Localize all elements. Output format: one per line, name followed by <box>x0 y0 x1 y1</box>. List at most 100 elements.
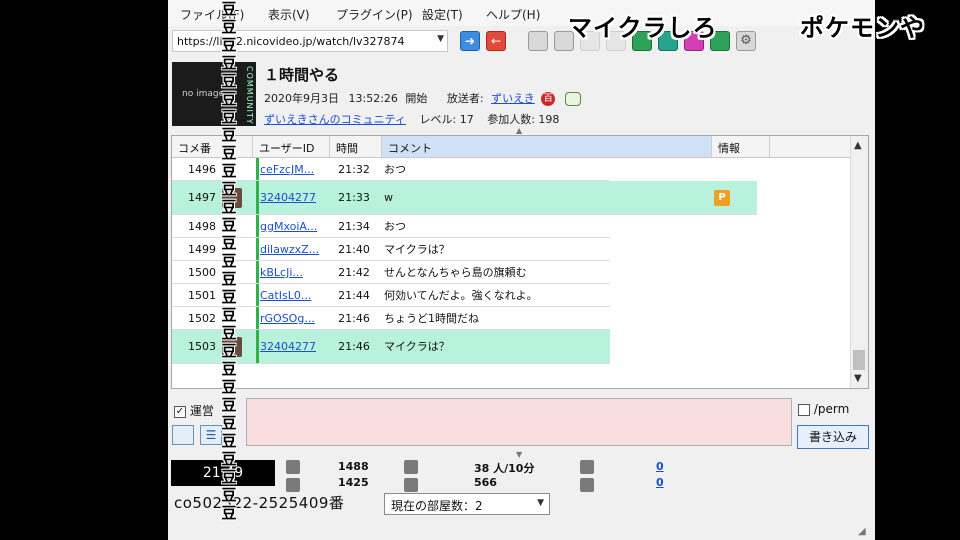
col-header-info[interactable]: 情報 <box>712 136 770 158</box>
comment-time: 21:46 <box>338 312 370 325</box>
user-id-link[interactable]: 32404277 <box>260 330 324 363</box>
table-row[interactable]: 1497 32404277 21:33 w P <box>172 181 757 215</box>
active-icon <box>404 478 418 492</box>
user-id-link[interactable]: dilawzxZ... <box>260 238 324 260</box>
broadcast-start-time: 13:52:26 <box>348 92 398 105</box>
community-thumbnail: no image COMMUNITY <box>172 62 256 126</box>
room-count-select[interactable]: 現在の部屋数：2 ▼ <box>384 493 550 515</box>
viewers-per-10min: 38 人/10分 <box>474 462 535 475</box>
user-color-bar <box>256 215 259 237</box>
comment-text: マイクラは？ <box>384 243 450 256</box>
user-color-bar <box>256 181 259 214</box>
disconnect-button[interactable]: ← <box>486 31 506 51</box>
broadcast-meta: 2020年9月3日 13:52:26 開始 放送者: ずいえき 百 <box>264 90 581 106</box>
broadcast-icon <box>580 460 594 474</box>
overlay-char: 豆 <box>221 504 237 522</box>
user-color-bar <box>256 307 259 329</box>
premium-badge-icon: P <box>714 190 730 206</box>
overlay-char: 豆 <box>221 342 237 360</box>
community-id: co502322-2525409番 <box>174 494 345 512</box>
user-id-link[interactable]: ceFzcJM... <box>260 158 324 180</box>
room-count-value: 現在の部屋数：2 <box>391 499 483 513</box>
comment-time: 21:32 <box>338 163 370 176</box>
user-id-link[interactable]: rGOSOg... <box>260 307 324 329</box>
col-header-comment[interactable]: コメント <box>382 136 712 158</box>
overlay-char: 豆 <box>221 72 237 90</box>
stat-link-a[interactable]: 0 <box>656 460 664 473</box>
overlay-char: 豆 <box>221 198 237 216</box>
broadcast-date: 2020年9月3日 <box>264 92 339 105</box>
chevron-down-icon[interactable]: ▼ <box>537 498 544 508</box>
col-header-no[interactable]: コメ番 <box>172 136 253 158</box>
col-header-user-id[interactable]: ユーザーID <box>253 136 330 158</box>
connect-button[interactable]: ➜ <box>460 31 480 51</box>
overlay-comment-2: ポケモンや <box>800 14 925 42</box>
thumbnail-side-text: COMMUNITY <box>245 66 254 125</box>
collapse-down-icon[interactable]: ▼ <box>516 450 522 459</box>
comment-time: 21:44 <box>338 289 370 302</box>
perm-checkbox-row[interactable]: /perm <box>798 402 849 416</box>
menu-view[interactable]: 表示(V) <box>268 6 310 23</box>
broadcast-title: １時間やる <box>264 66 340 84</box>
comment-viewer-window: ファイル(F) 表示(V) プラグイン(P) 設定(T) ヘルプ(H) http… <box>168 0 875 540</box>
chevron-down-icon[interactable]: ▼ <box>437 34 444 44</box>
overlay-char: 豆 <box>221 234 237 252</box>
user-color-bar <box>256 261 259 283</box>
user-id-link[interactable]: CatIsL0... <box>260 284 324 306</box>
scroll-up-icon[interactable]: ▲ <box>854 140 862 151</box>
overlay-char: 豆 <box>221 0 237 18</box>
collapse-up-icon[interactable]: ▲ <box>516 126 522 135</box>
scroll-down-icon[interactable]: ▼ <box>854 373 862 384</box>
comment-table: コメ番 ユーザーID 時間 コメント 情報 1496 ceFzcJM... 21:3… <box>171 135 869 389</box>
small-tool-button-1[interactable] <box>172 425 194 445</box>
user-id-link[interactable]: ggMxoiA... <box>260 215 324 237</box>
toolbar-button-1[interactable] <box>528 31 548 51</box>
viewers-icon <box>404 460 418 474</box>
broadcaster-badge-icon: 百 <box>541 92 556 106</box>
overlay-char: 豆 <box>221 216 237 234</box>
menu-help[interactable]: ヘルプ(H) <box>486 6 540 23</box>
col-header-time[interactable]: 時間 <box>330 136 382 158</box>
community-meta: ずいえきさんのコミュニティ レベル: 17 参加人数: 198 <box>264 111 559 127</box>
gear-icon: ⚙ <box>740 33 752 48</box>
active-count: 566 <box>474 476 497 489</box>
row-number: 1500 <box>188 266 216 279</box>
overlay-char: 豆 <box>221 270 237 288</box>
user-color-bar <box>256 284 259 306</box>
resize-grip-icon[interactable]: ◢ <box>858 526 866 537</box>
broadcast-start-label: 開始 <box>405 92 428 105</box>
scrollbar-thumb[interactable] <box>853 350 865 370</box>
overlay-char: 豆 <box>221 144 237 162</box>
menu-settings[interactable]: 設定(T) <box>422 6 463 23</box>
settings-gear-button[interactable]: ⚙ <box>736 31 756 51</box>
community-level: レベル: 17 <box>419 113 474 126</box>
row-number: 1498 <box>188 220 216 233</box>
overlay-char: 豆 <box>221 288 237 306</box>
menu-plugin[interactable]: プラグイン(P) <box>336 6 413 23</box>
overlay-char: 豆 <box>221 180 237 198</box>
url-input[interactable]: https://live2.nicovideo.jp/watch/lv32787… <box>172 30 448 52</box>
user-id-link[interactable]: kBLcJi... <box>260 261 324 283</box>
user-color-bar <box>256 238 259 260</box>
vertical-scrollbar[interactable]: ▲ ▼ <box>850 136 868 388</box>
overlay-char: 豆 <box>221 396 237 414</box>
comment-text: w <box>384 191 393 204</box>
stat-link-b[interactable]: 0 <box>656 476 664 489</box>
unei-checkbox-row[interactable]: ✓ 運営 <box>174 402 214 419</box>
unei-checkbox[interactable]: ✓ <box>174 405 186 418</box>
row-number: 1499 <box>188 243 216 256</box>
overlay-comment-1: マイクラしろ <box>568 14 718 42</box>
perm-label: /perm <box>813 402 850 416</box>
community-link[interactable]: ずいえきさんのコミュニティ <box>264 113 406 126</box>
overlay-char: 豆 <box>221 54 237 72</box>
broadcaster-link[interactable]: ずいえき <box>491 92 535 105</box>
comment-text: ちょうど1時間だね <box>384 312 479 325</box>
arrow-right-icon: ➜ <box>464 34 476 48</box>
comment-text: おつ <box>384 220 406 233</box>
perm-checkbox[interactable] <box>798 403 810 416</box>
overlay-vertical-text: 豆豆豆豆豆豆豆豆豆豆豆豆豆豆豆豆豆豆豆豆豆豆豆豆豆豆豆豆豆 <box>218 0 240 522</box>
comment-time: 21:33 <box>338 191 370 204</box>
comment-input[interactable] <box>246 398 792 446</box>
write-button[interactable]: 書き込み <box>797 425 869 449</box>
user-id-link[interactable]: 32404277 <box>260 181 324 214</box>
